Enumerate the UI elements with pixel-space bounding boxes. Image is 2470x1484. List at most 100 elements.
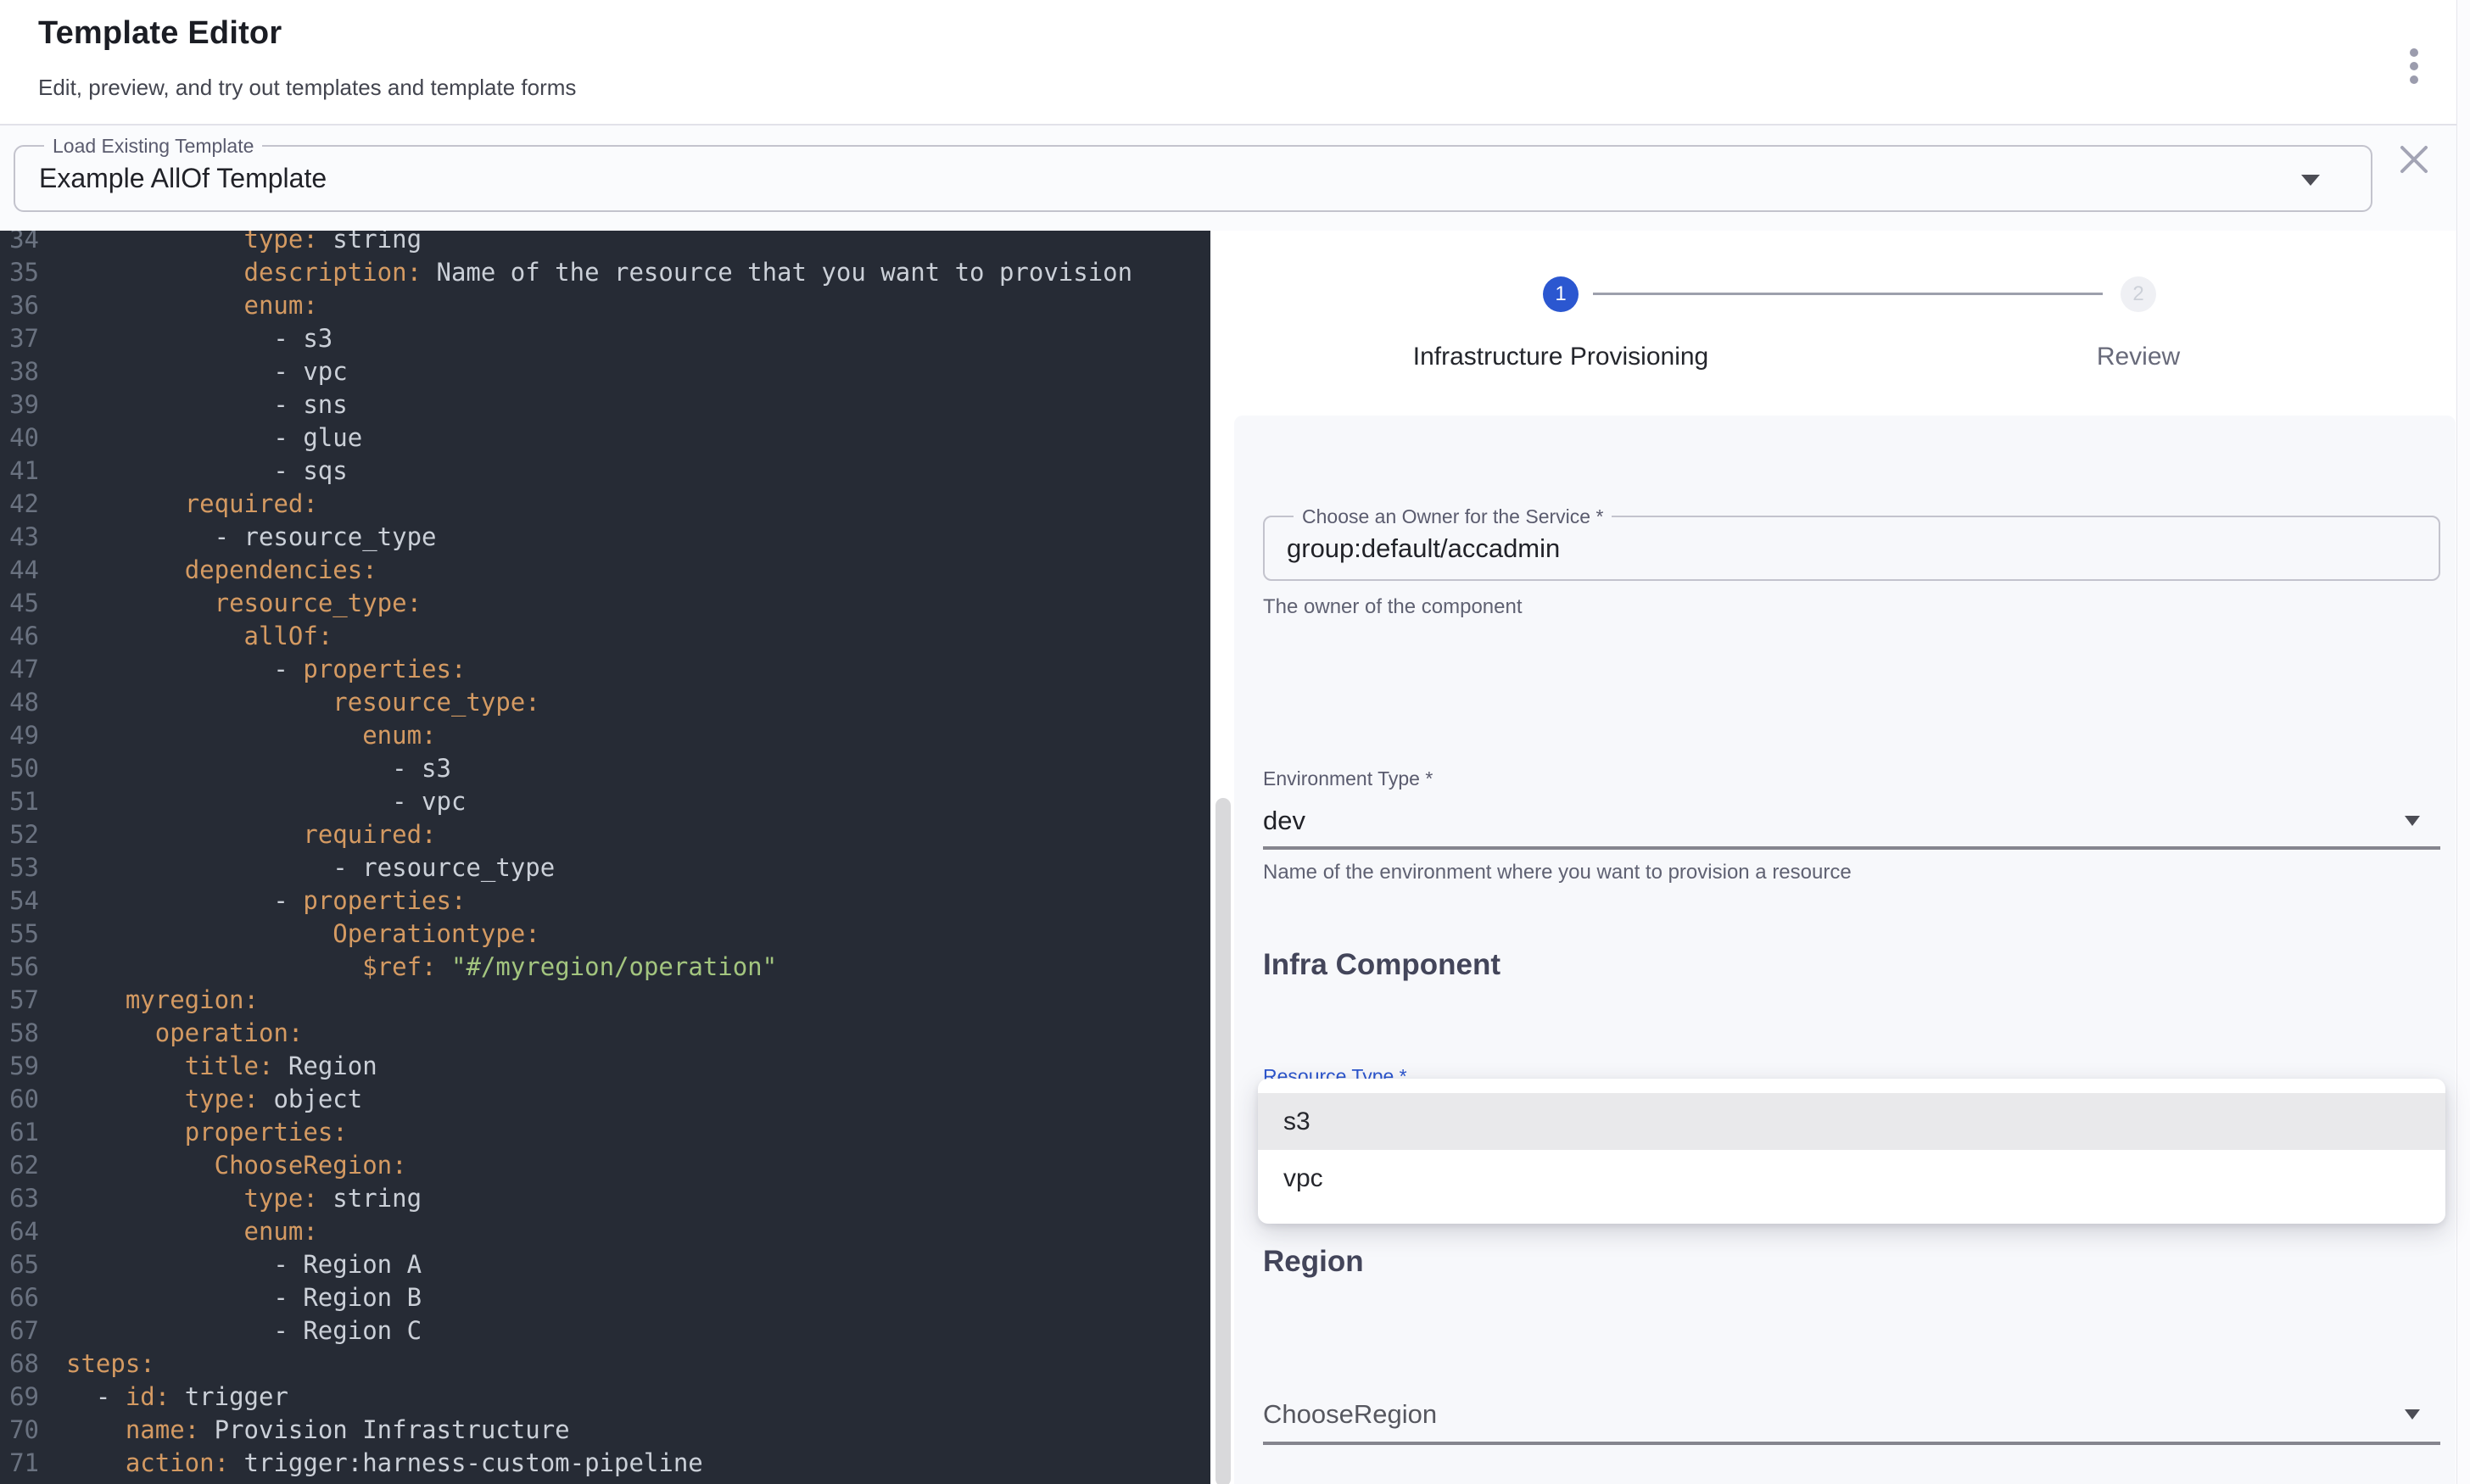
line-number: 50 bbox=[0, 752, 39, 785]
line-number: 53 bbox=[0, 851, 39, 884]
line-number: 59 bbox=[0, 1050, 39, 1083]
code-line: 35 description: Name of the resource tha… bbox=[0, 256, 1210, 289]
infra-component-heading: Infra Component bbox=[1263, 948, 1500, 982]
code-line: 55 Operationtype: bbox=[0, 918, 1210, 951]
code-line: 51 - vpc bbox=[0, 785, 1210, 818]
load-template-value: Example AllOf Template bbox=[15, 163, 327, 194]
editor-scrollbar-thumb[interactable] bbox=[1215, 798, 1231, 1484]
code-line: 60 type: object bbox=[0, 1083, 1210, 1116]
line-number: 65 bbox=[0, 1248, 39, 1281]
code-line: 66 - Region B bbox=[0, 1281, 1210, 1314]
step-number: 2 bbox=[2132, 282, 2143, 306]
code-line: 64 enum: bbox=[0, 1215, 1210, 1248]
line-number: 42 bbox=[0, 488, 39, 521]
line-number: 45 bbox=[0, 587, 39, 620]
code-line: 37 - s3 bbox=[0, 322, 1210, 355]
page-scrollbar[interactable] bbox=[2456, 0, 2470, 1484]
line-number: 67 bbox=[0, 1314, 39, 1347]
code-line: 36 enum: bbox=[0, 289, 1210, 322]
code-line: 42 required: bbox=[0, 488, 1210, 521]
owner-label: Choose an Owner for the Service * bbox=[1294, 505, 1612, 528]
code-line: 38 - vpc bbox=[0, 355, 1210, 388]
owner-input[interactable]: Choose an Owner for the Service * group:… bbox=[1263, 516, 2440, 581]
code-line: 68steps: bbox=[0, 1347, 1210, 1381]
template-editor-page: Template Editor Edit, preview, and try o… bbox=[0, 0, 2470, 1484]
code-line: 57 myregion: bbox=[0, 984, 1210, 1017]
page-header: Template Editor Edit, preview, and try o… bbox=[0, 0, 2470, 126]
code-line: 47 - properties: bbox=[0, 653, 1210, 686]
line-number: 60 bbox=[0, 1083, 39, 1116]
chevron-down-icon bbox=[2301, 175, 2320, 186]
environment-type-helper-text: Name of the environment where you want t… bbox=[1263, 861, 1852, 884]
template-loader-section: Load Existing Template Example AllOf Tem… bbox=[0, 126, 2470, 231]
code-line: 54 - properties: bbox=[0, 884, 1210, 918]
line-number: 37 bbox=[0, 322, 39, 355]
code-line: 34 type: string bbox=[0, 231, 1210, 256]
step-number: 1 bbox=[1555, 282, 1566, 306]
code-line: 39 - sns bbox=[0, 388, 1210, 421]
line-number: 66 bbox=[0, 1281, 39, 1314]
code-line: 61 properties: bbox=[0, 1116, 1210, 1149]
load-template-select[interactable]: Load Existing Template Example AllOf Tem… bbox=[14, 145, 2372, 212]
page-subtitle: Edit, preview, and try out templates and… bbox=[38, 75, 576, 101]
code-line: 71 action: trigger:harness-custom-pipeli… bbox=[0, 1447, 1210, 1480]
yaml-code-editor[interactable]: 34 type: string35 description: Name of t… bbox=[0, 231, 1210, 1484]
line-number: 38 bbox=[0, 355, 39, 388]
stepper-step-1-label: Infrastructure Provisioning bbox=[1221, 343, 1900, 371]
owner-helper-text: The owner of the component bbox=[1263, 595, 1523, 619]
clear-template-button[interactable] bbox=[2395, 141, 2433, 178]
line-number: 41 bbox=[0, 455, 39, 488]
code-line: 56 $ref: "#/myregion/operation" bbox=[0, 951, 1210, 984]
code-line: 40 - glue bbox=[0, 421, 1210, 455]
environment-type-label: Environment Type * bbox=[1263, 767, 1433, 790]
line-number: 52 bbox=[0, 818, 39, 851]
line-number: 49 bbox=[0, 719, 39, 752]
line-number: 68 bbox=[0, 1347, 39, 1381]
line-number: 54 bbox=[0, 884, 39, 918]
code-line: 53 - resource_type bbox=[0, 851, 1210, 884]
code-line: 63 type: string bbox=[0, 1182, 1210, 1215]
code-line: 70 name: Provision Infrastructure bbox=[0, 1414, 1210, 1447]
code-line: 69 - id: trigger bbox=[0, 1381, 1210, 1414]
code-lines: 34 type: string35 description: Name of t… bbox=[0, 231, 1210, 1480]
line-number: 46 bbox=[0, 620, 39, 653]
kebab-menu-icon[interactable] bbox=[2394, 39, 2434, 93]
code-line: 45 resource_type: bbox=[0, 587, 1210, 620]
line-number: 56 bbox=[0, 951, 39, 984]
code-line: 67 - Region C bbox=[0, 1314, 1210, 1347]
code-line: 52 required: bbox=[0, 818, 1210, 851]
line-number: 58 bbox=[0, 1017, 39, 1050]
code-line: 62 ChooseRegion: bbox=[0, 1149, 1210, 1182]
line-number: 36 bbox=[0, 289, 39, 322]
stepper-step-2-circle[interactable]: 2 bbox=[2121, 276, 2156, 312]
code-line: 44 dependencies: bbox=[0, 554, 1210, 587]
close-icon bbox=[2395, 141, 2433, 178]
choose-region-select[interactable]: ChooseRegion bbox=[1263, 1399, 1437, 1430]
line-number: 57 bbox=[0, 984, 39, 1017]
dropdown-option-vpc[interactable]: vpc bbox=[1258, 1150, 2445, 1207]
chevron-down-icon bbox=[2405, 1409, 2420, 1420]
line-number: 47 bbox=[0, 653, 39, 686]
dropdown-option-s3[interactable]: s3 bbox=[1258, 1093, 2445, 1150]
code-line: 41 - sqs bbox=[0, 455, 1210, 488]
code-line: 59 title: Region bbox=[0, 1050, 1210, 1083]
line-number: 61 bbox=[0, 1116, 39, 1149]
owner-value: group:default/accadmin bbox=[1265, 533, 1560, 564]
code-line: 46 allOf: bbox=[0, 620, 1210, 653]
line-number: 71 bbox=[0, 1447, 39, 1480]
line-number: 51 bbox=[0, 785, 39, 818]
environment-type-select[interactable]: dev bbox=[1263, 806, 1305, 836]
resource-type-dropdown-menu: s3vpc bbox=[1258, 1079, 2445, 1224]
line-number: 44 bbox=[0, 554, 39, 587]
code-line: 49 enum: bbox=[0, 719, 1210, 752]
line-number: 43 bbox=[0, 521, 39, 554]
stepper-step-1-circle[interactable]: 1 bbox=[1543, 276, 1579, 312]
template-form-panel: Choose an Owner for the Service * group:… bbox=[1234, 416, 2456, 1484]
environment-type-underline bbox=[1263, 846, 2440, 850]
code-line: 58 operation: bbox=[0, 1017, 1210, 1050]
code-line: 50 - s3 bbox=[0, 752, 1210, 785]
stepper-step-2-label: Review bbox=[1969, 343, 2308, 371]
choose-region-underline bbox=[1263, 1442, 2440, 1445]
load-template-label: Load Existing Template bbox=[44, 135, 262, 158]
line-number: 40 bbox=[0, 421, 39, 455]
